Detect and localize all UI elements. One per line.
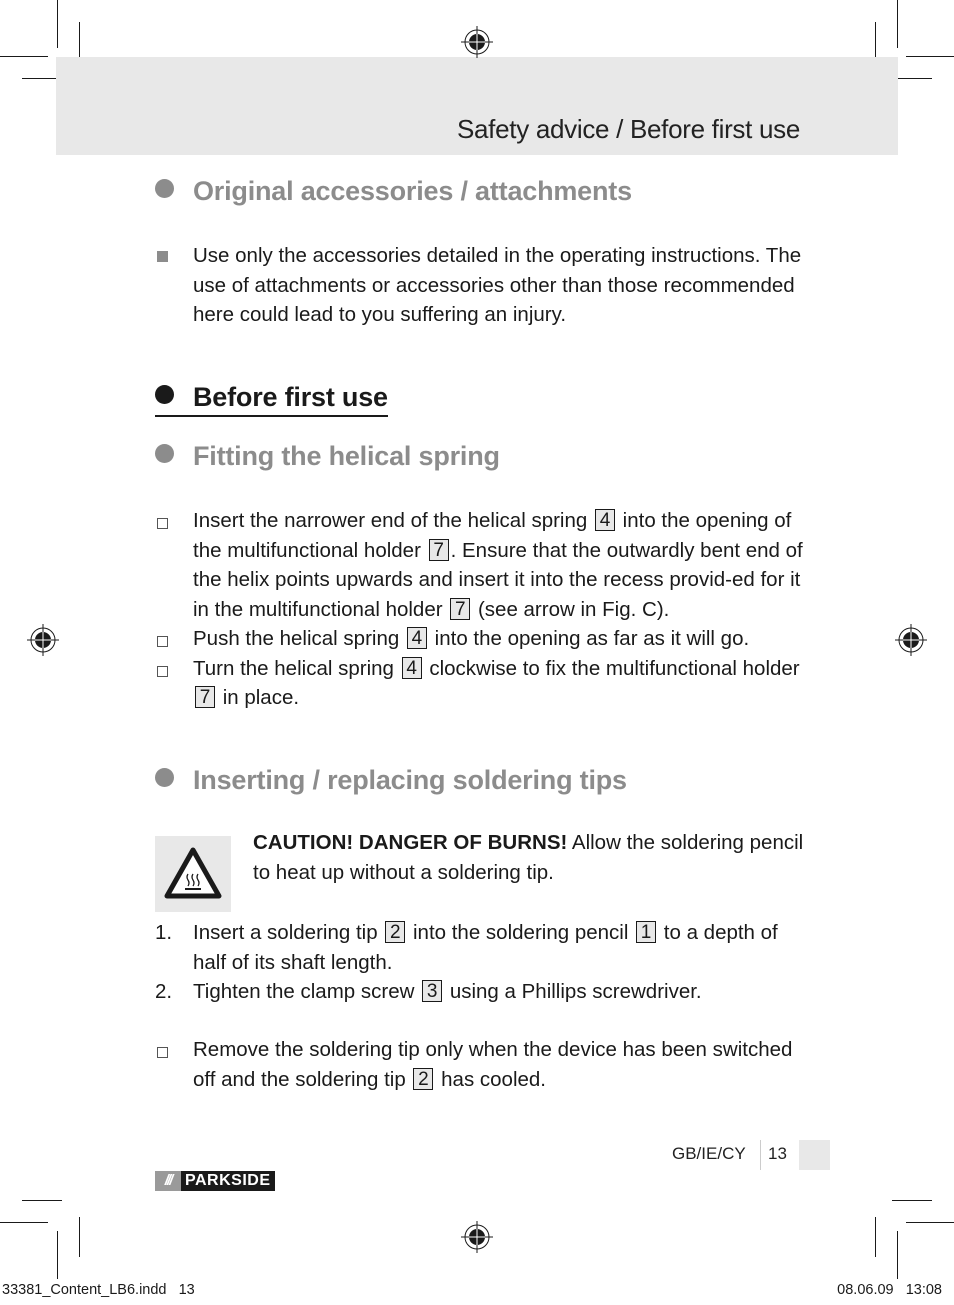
- item-text: Insert the narrower end of the helical s…: [193, 509, 803, 621]
- crop-mark: [22, 1200, 62, 1201]
- part-reference-number: 7: [428, 538, 449, 561]
- page-header-title: Safety advice / Before first use: [456, 114, 800, 144]
- bullet-dot-icon: [155, 444, 174, 463]
- helical-spring-steps: Insert the narrower end of the helical s…: [155, 506, 815, 713]
- crop-mark: [79, 22, 80, 62]
- bullet-dot-icon: [155, 768, 174, 787]
- hot-surface-warning-icon: [164, 847, 222, 899]
- heading-text: Before first use: [193, 382, 388, 412]
- warning-caution-label: CAUTION! DANGER OF BURNS!: [253, 831, 568, 854]
- logo-wordmark: PARKSIDE: [181, 1171, 275, 1191]
- page-number: 13: [768, 1144, 787, 1163]
- text-run: has cooled.: [435, 1067, 547, 1091]
- soldering-tip-steps: 1. Insert a soldering tip 2 into the sold…: [155, 918, 815, 1007]
- checkbox-bullet-icon: [157, 636, 168, 647]
- text-run: into the soldering pencil: [407, 921, 635, 944]
- crop-mark: [892, 1200, 932, 1201]
- step-number: 1.: [155, 921, 173, 944]
- warning-icon-box: [155, 836, 231, 912]
- item-text: Turn the helical spring 4 clockwise to f…: [193, 656, 800, 709]
- registration-mark-icon: [27, 624, 59, 656]
- list-item: Insert the narrower end of the helical s…: [155, 506, 815, 624]
- list-item: 1. Insert a soldering tip 2 into the sold…: [155, 918, 815, 977]
- crop-mark: [906, 1222, 954, 1223]
- section-heading-helical-spring: Fitting the helical spring: [155, 441, 500, 472]
- text-run: in place.: [217, 686, 300, 709]
- crop-mark: [0, 56, 48, 57]
- crop-mark: [875, 1217, 876, 1257]
- crop-mark: [897, 1231, 898, 1279]
- parkside-logo: /// PARKSIDE: [155, 1171, 275, 1191]
- part-reference-number: 7: [450, 597, 471, 620]
- crop-mark: [875, 22, 876, 62]
- footer-tab: [799, 1140, 830, 1170]
- registration-mark-icon: [461, 1221, 493, 1253]
- registration-mark-icon: [895, 624, 927, 656]
- item-text: Push the helical spring 4 into the openi…: [193, 627, 749, 650]
- print-slug-date: 08.06.09 13:08: [837, 1282, 942, 1298]
- text-run: Tighten the clamp screw: [193, 980, 421, 1003]
- checkbox-bullet-icon: [157, 1047, 168, 1058]
- soldering-tip-note: Remove the soldering tip only when the d…: [155, 1035, 815, 1094]
- text-run: Push the helical spring: [193, 627, 405, 650]
- text-run: clockwise to fix the multifunctional hol…: [423, 656, 800, 680]
- item-text: Tighten the clamp screw 3 using a Philli…: [193, 980, 702, 1003]
- item-text: Remove the soldering tip only when the d…: [193, 1038, 792, 1091]
- registration-mark-icon: [461, 26, 493, 58]
- list-item: Remove the soldering tip only when the d…: [155, 1035, 815, 1094]
- part-reference-number: 2: [413, 1067, 434, 1090]
- accessories-paragraph: Use only the accessories detailed in the…: [155, 241, 815, 330]
- checkbox-bullet-icon: [157, 665, 168, 677]
- part-reference-number: 3: [422, 980, 443, 1002]
- crop-mark: [57, 0, 58, 48]
- heading-text: Fitting the helical spring: [193, 441, 500, 471]
- crop-mark: [79, 1217, 80, 1257]
- step-number: 2.: [155, 980, 173, 1003]
- section-heading-accessories: Original accessories / attachments: [155, 176, 632, 207]
- list-item: Turn the helical spring 4 clockwise to f…: [155, 654, 815, 713]
- logo-slash-mark: ///: [155, 1171, 181, 1191]
- footer-region: GB/IE/CY: [672, 1144, 746, 1163]
- item-text: Insert a soldering tip 2 into the solder…: [193, 921, 778, 974]
- heading-text: Original accessories / attachments: [193, 176, 632, 206]
- crop-mark: [892, 78, 932, 79]
- item-text: Use only the accessories detailed in the…: [193, 244, 802, 326]
- part-reference-number: 4: [401, 656, 422, 679]
- crop-mark: [897, 0, 898, 48]
- part-reference-number: 1: [636, 921, 657, 943]
- heading-text: Inserting / replacing soldering tips: [193, 765, 627, 795]
- list-item: Use only the accessories detailed in the…: [155, 241, 815, 330]
- part-reference-number: 4: [406, 627, 427, 649]
- crop-mark: [57, 1231, 58, 1279]
- part-reference-number: 2: [385, 921, 406, 943]
- text-run: Turn the helical spring: [193, 656, 400, 680]
- crop-mark: [906, 56, 954, 57]
- checkbox-bullet-icon: [157, 518, 168, 529]
- text-run: into the opening as far as it will go.: [428, 627, 750, 650]
- warning-text: CAUTION! DANGER OF BURNS! Allow the sold…: [253, 828, 813, 888]
- section-heading-before-first-use: Before first use: [155, 382, 388, 417]
- list-item: Push the helical spring 4 into the openi…: [155, 624, 815, 654]
- text-run: using a Phillips screwdriver.: [444, 980, 702, 1003]
- text-run: Insert the narrower end of the helical s…: [193, 509, 593, 532]
- print-slug-file: 33381_Content_LB6.indd 13: [2, 1282, 195, 1298]
- bullet-dot-icon: [155, 179, 174, 198]
- text-run: (see arrow in Fig. C).: [472, 597, 670, 621]
- bullet-dot-icon: [155, 385, 174, 404]
- section-heading-soldering-tips: Inserting / replacing soldering tips: [155, 765, 627, 796]
- square-bullet-icon: [157, 251, 168, 262]
- footer-divider: [760, 1140, 761, 1170]
- part-reference-number: 4: [594, 509, 615, 531]
- text-run: Insert a soldering tip: [193, 921, 384, 944]
- crop-mark: [0, 1222, 48, 1223]
- list-item: 2. Tighten the clamp screw 3 using a Phil…: [155, 977, 815, 1007]
- part-reference-number: 7: [195, 686, 215, 708]
